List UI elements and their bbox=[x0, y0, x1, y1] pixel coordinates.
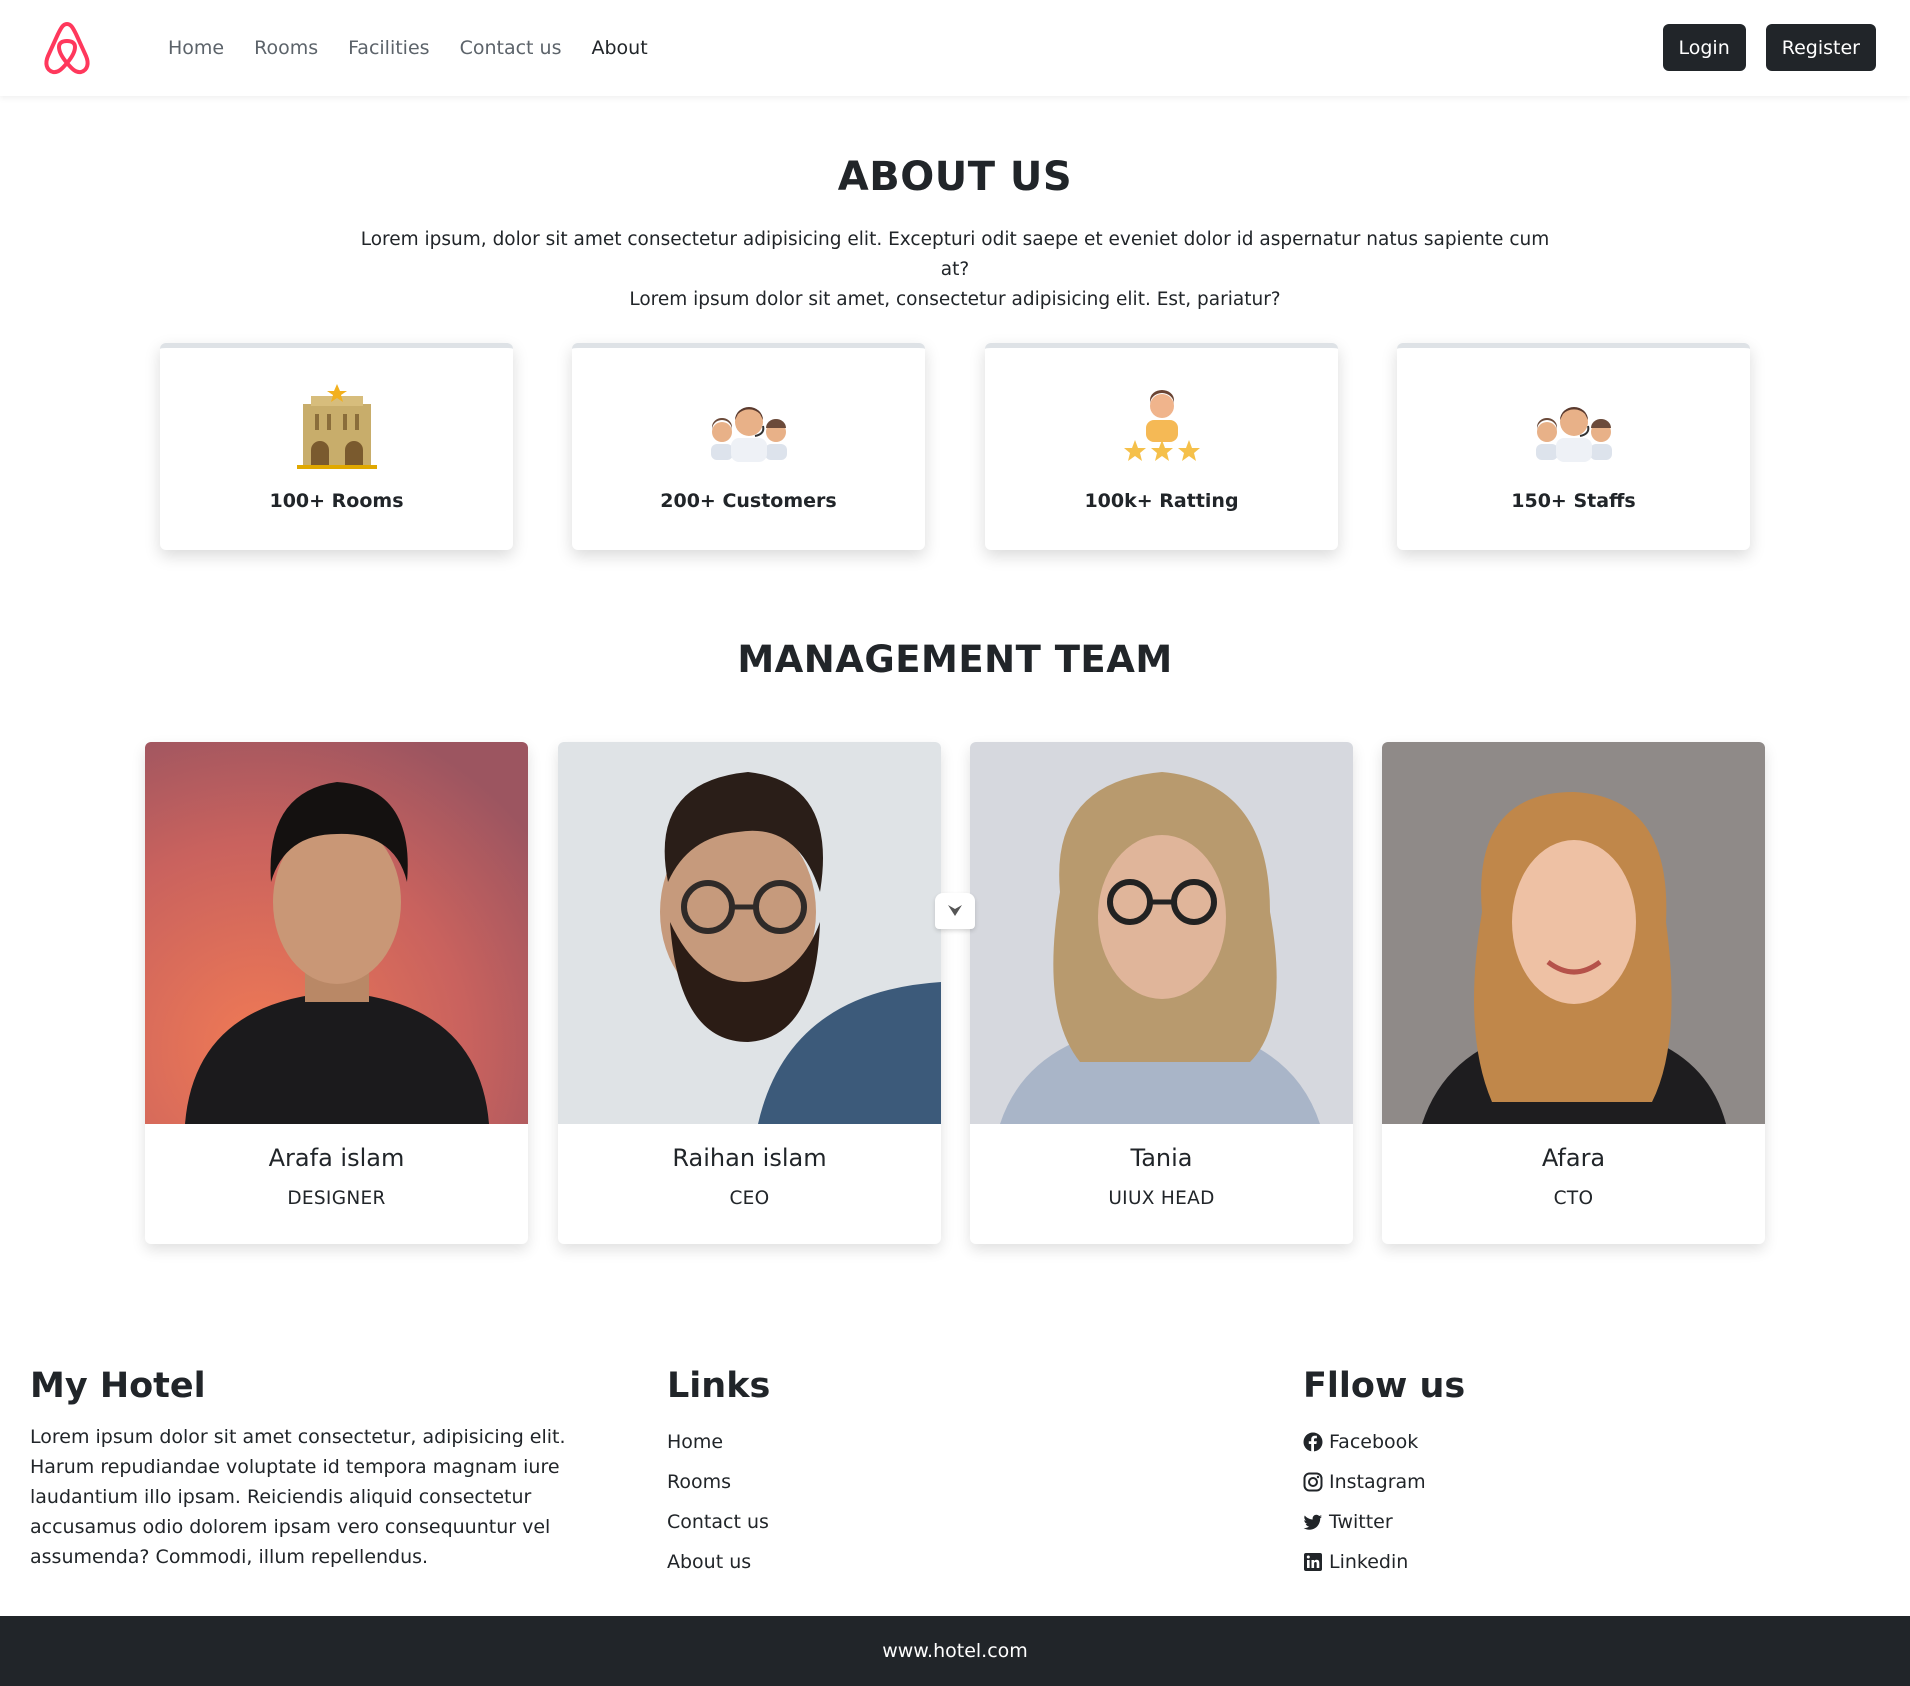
customers-group-icon bbox=[710, 407, 787, 462]
social-link-facebook[interactable]: Facebook bbox=[1303, 1422, 1465, 1462]
footer-link-contact[interactable]: Contact us bbox=[667, 1502, 770, 1542]
about-text-line-1: Lorem ipsum, dolor sit amet consectetur … bbox=[360, 229, 1550, 280]
airbnb-logo-icon[interactable] bbox=[40, 20, 94, 76]
footer-follow: Fllow us Facebook Instagram Twitter Link… bbox=[1303, 1366, 1465, 1582]
stat-label-staffs: 150+ Staffs bbox=[1511, 490, 1636, 512]
team-card-raihan: Raihan islam CEO bbox=[558, 742, 941, 1244]
stats-row: 100+ Rooms 200+ Customers 100k+ Ratting bbox=[160, 343, 1750, 550]
footer-links-list: Home Rooms Contact us About us bbox=[667, 1422, 770, 1582]
member-photo bbox=[558, 742, 941, 1124]
member-photo bbox=[1382, 742, 1765, 1124]
stat-card-rooms: 100+ Rooms bbox=[160, 343, 513, 550]
footer-links: Links Home Rooms Contact us About us bbox=[667, 1366, 770, 1582]
stat-card-staffs: 150+ Staffs bbox=[1397, 343, 1750, 550]
nav-link-contact[interactable]: Contact us bbox=[460, 37, 562, 59]
social-link-twitter[interactable]: Twitter bbox=[1303, 1502, 1465, 1542]
social-label-linkedin: Linkedin bbox=[1329, 1551, 1409, 1573]
rating-stars-icon bbox=[1123, 390, 1200, 461]
team-card-arafa: Arafa islam DESIGNER bbox=[145, 742, 528, 1244]
team-row: Arafa islam DESIGNER Raihan islam CEO Ta… bbox=[145, 742, 1765, 1244]
member-name: Arafa islam bbox=[268, 1144, 405, 1172]
footer-link-home[interactable]: Home bbox=[667, 1422, 770, 1462]
linkedin-icon bbox=[1304, 1553, 1322, 1571]
nav-links: Home Rooms Facilities Contact us About bbox=[168, 0, 648, 96]
member-name: Tania bbox=[1130, 1144, 1193, 1172]
social-label-twitter: Twitter bbox=[1329, 1511, 1393, 1533]
footer-brand-title: My Hotel bbox=[30, 1366, 206, 1406]
facebook-icon bbox=[1303, 1432, 1323, 1452]
twitter-icon bbox=[1303, 1514, 1322, 1530]
about-text-line-2: Lorem ipsum dolor sit amet, consectetur … bbox=[629, 289, 1281, 310]
nav-link-home[interactable]: Home bbox=[168, 37, 224, 59]
social-label-facebook: Facebook bbox=[1329, 1431, 1419, 1453]
bottom-bar: www.hotel.com bbox=[0, 1616, 1910, 1686]
stat-card-rating: 100k+ Ratting bbox=[985, 343, 1338, 550]
member-photo bbox=[145, 742, 528, 1124]
footer-follow-title: Fllow us bbox=[1303, 1366, 1466, 1406]
staff-group-icon bbox=[1535, 407, 1612, 462]
social-link-linkedin[interactable]: Linkedin bbox=[1303, 1542, 1465, 1582]
scroll-down-badge[interactable] bbox=[935, 893, 975, 929]
footer-link-rooms[interactable]: Rooms bbox=[667, 1462, 770, 1502]
navbar: Home Rooms Facilities Contact us About L… bbox=[0, 0, 1910, 96]
member-role: DESIGNER bbox=[287, 1188, 386, 1209]
member-role: UIUX HEAD bbox=[1108, 1188, 1215, 1209]
member-role: CEO bbox=[729, 1188, 770, 1209]
chevron-down-icon bbox=[948, 905, 962, 916]
member-name: Afara bbox=[1541, 1144, 1606, 1172]
member-role: CTO bbox=[1553, 1188, 1594, 1209]
social-label-instagram: Instagram bbox=[1329, 1471, 1426, 1493]
hotel-building-icon bbox=[296, 384, 377, 469]
footer-links-title: Links bbox=[667, 1366, 771, 1406]
footer-brand: My Hotel Lorem ipsum dolor sit amet cons… bbox=[30, 1366, 610, 1572]
register-button[interactable]: Register bbox=[1765, 24, 1876, 71]
stat-card-customers: 200+ Customers bbox=[572, 343, 925, 550]
footer-brand-text: Lorem ipsum dolor sit amet consectetur, … bbox=[30, 1426, 566, 1568]
team-title: MANAGEMENT TEAM bbox=[737, 638, 1173, 681]
member-photo bbox=[970, 742, 1353, 1124]
about-description: Lorem ipsum, dolor sit amet consectetur … bbox=[355, 225, 1555, 315]
stat-label-customers: 200+ Customers bbox=[660, 490, 837, 512]
social-link-instagram[interactable]: Instagram bbox=[1303, 1462, 1465, 1502]
stat-label-rooms: 100+ Rooms bbox=[269, 490, 404, 512]
team-card-tania: Tania UIUX HEAD bbox=[970, 742, 1353, 1244]
copyright-text: www.hotel.com bbox=[882, 1640, 1028, 1662]
auth-buttons: Login Register bbox=[1662, 24, 1876, 71]
login-button[interactable]: Login bbox=[1662, 24, 1746, 71]
footer-link-about[interactable]: About us bbox=[667, 1542, 770, 1582]
nav-link-rooms[interactable]: Rooms bbox=[254, 37, 318, 59]
footer-social-list: Facebook Instagram Twitter Linkedin bbox=[1303, 1422, 1465, 1582]
stat-label-rating: 100k+ Ratting bbox=[1084, 490, 1239, 512]
instagram-icon bbox=[1303, 1472, 1323, 1492]
member-name: Raihan islam bbox=[672, 1144, 827, 1172]
nav-link-about[interactable]: About bbox=[591, 37, 647, 59]
about-title: ABOUT US bbox=[837, 154, 1073, 200]
nav-link-facilities[interactable]: Facilities bbox=[348, 37, 429, 59]
team-card-afara: Afara CTO bbox=[1382, 742, 1765, 1244]
